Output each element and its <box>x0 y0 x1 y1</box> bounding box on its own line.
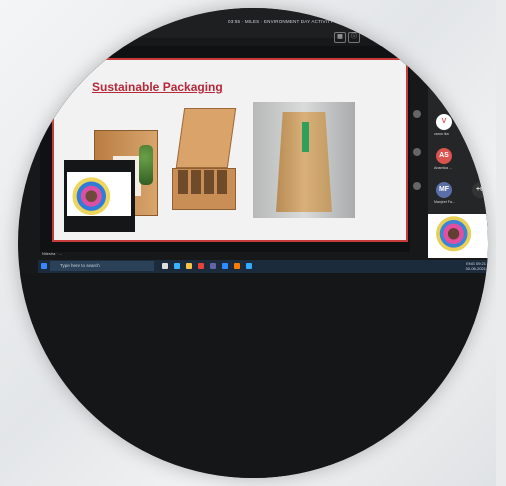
record-icon[interactable] <box>413 148 421 156</box>
clock-date: 30-06-2021 <box>465 266 486 271</box>
info-icon[interactable]: ⓘ <box>348 32 360 43</box>
right-edge-strip <box>496 0 506 486</box>
presenter-video <box>67 172 131 216</box>
task-view-icon[interactable] <box>162 263 168 269</box>
participant-avatar[interactable]: MF <box>436 182 452 198</box>
edge-icon[interactable] <box>174 263 180 269</box>
chrome-icon[interactable] <box>198 263 204 269</box>
participant-name: varun ika <box>434 132 449 136</box>
cups-image <box>178 170 228 194</box>
presenter-video-tile[interactable] <box>64 160 135 232</box>
teams-icon[interactable] <box>210 263 216 269</box>
participant-avatar[interactable]: AS <box>436 148 452 164</box>
app-icon[interactable] <box>234 263 240 269</box>
meeting-title: 03:55 · MILES · ENVIRONMENT DAY ACTIVITY <box>228 19 334 24</box>
more-participants[interactable]: +6 <box>472 182 488 198</box>
grid-view-icon[interactable]: ▦ <box>334 32 346 43</box>
participant-avatar[interactable]: V <box>436 114 452 130</box>
lower-dark-area <box>20 273 488 478</box>
windows-taskbar: Type here to search ENG 09:21 30-06-2021 <box>38 260 488 273</box>
greens-image <box>139 145 153 185</box>
slide-title: Sustainable Packaging <box>92 80 223 94</box>
presenter-label: Nilesha · ... <box>42 251 63 256</box>
participant-name: Manjeet Fa... <box>434 200 455 204</box>
file-explorer-icon[interactable] <box>186 263 192 269</box>
self-video-tile[interactable] <box>428 214 488 258</box>
bag-clip-image <box>302 122 309 152</box>
participant-name: Anamika ... <box>434 166 452 170</box>
system-tray: ENG 09:21 30-06-2021 <box>466 261 486 271</box>
arrow-left-icon[interactable] <box>413 110 421 118</box>
windows-start-icon[interactable] <box>41 263 47 269</box>
meeting-app-icon[interactable] <box>246 263 252 269</box>
zoom-icon[interactable] <box>222 263 228 269</box>
side-controls <box>408 90 428 210</box>
circular-viewport: 03:55 · MILES · ENVIRONMENT DAY ACTIVITY… <box>18 8 488 478</box>
meeting-screen: 03:55 · MILES · ENVIRONMENT DAY ACTIVITY… <box>18 8 488 478</box>
search-placeholder: Type here to search <box>60 263 100 268</box>
stop-icon[interactable] <box>413 182 421 190</box>
open-box-lid-image <box>175 108 237 168</box>
top-bar: 03:55 · MILES · ENVIRONMENT DAY ACTIVITY… <box>18 8 488 43</box>
taskbar-search[interactable]: Type here to search <box>50 261 154 271</box>
